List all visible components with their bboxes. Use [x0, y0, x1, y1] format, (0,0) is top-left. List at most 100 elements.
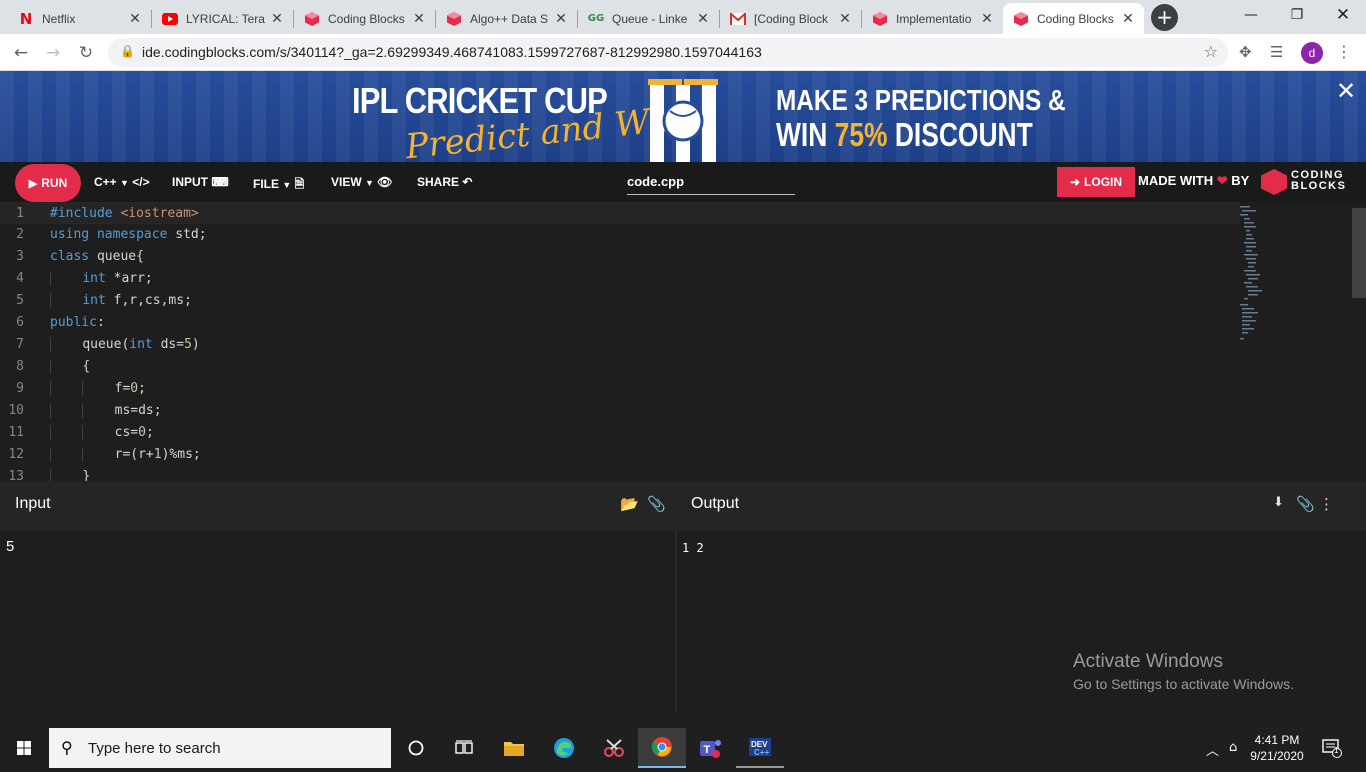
tab-coding-blocks-1[interactable]: Coding Blocks ✕ [294, 3, 435, 34]
svg-text:C++: C++ [754, 748, 769, 757]
tab-coding-blocks-active[interactable]: Coding Blocks ✕ [1003, 3, 1144, 34]
close-icon[interactable]: ✕ [1120, 11, 1136, 27]
code-line[interactable]: 8 { [0, 356, 1240, 378]
network-icon[interactable]: ⌂ [1229, 740, 1237, 755]
taskbar-clock[interactable]: 4:41 PM 9/21/2020 [1248, 732, 1306, 764]
made-with-label: MADE WITH [1138, 173, 1214, 188]
tab-gmail[interactable]: [Coding Block ✕ [720, 3, 861, 34]
reload-button[interactable]: ↻ [72, 39, 100, 67]
back-button[interactable]: ← [7, 39, 35, 67]
tab-label: Queue - Linke [612, 11, 688, 26]
banner-close-icon[interactable]: ✕ [1336, 77, 1356, 105]
notification-count: 1 [1334, 746, 1339, 755]
coding-blocks-logo[interactable]: CODING BLOCKS [1261, 167, 1351, 197]
more-options-icon[interactable]: ⋮ [1319, 495, 1334, 513]
download-icon[interactable]: ⬇ [1273, 495, 1284, 510]
code-line[interactable]: 5 int f,r,cs,ms; [0, 290, 1240, 312]
maximize-button[interactable]: ❐ [1274, 0, 1320, 30]
tab-label: Algo++ Data S [470, 11, 549, 26]
profile-avatar[interactable]: d [1301, 42, 1323, 64]
url-text: ide.codingblocks.com/s/340114?_ga=2.6929… [142, 44, 762, 60]
browser-tab-strip: N Netflix ✕ LYRICAL: Tera F ✕ Coding Blo… [0, 0, 1366, 34]
file-menu[interactable]: FILE ▼ 🗎 [253, 175, 304, 196]
forward-button[interactable]: → [39, 39, 67, 67]
login-button[interactable]: ➜ LOGIN [1057, 167, 1135, 197]
code-line[interactable]: 3 class queue{ [0, 246, 1240, 268]
extensions-icon[interactable]: ✥ [1239, 43, 1252, 61]
close-icon[interactable]: ✕ [411, 11, 427, 27]
view-menu[interactable]: VIEW ▼ 👁 [331, 175, 393, 189]
chrome-icon[interactable] [638, 728, 686, 768]
cortana-icon[interactable] [392, 728, 440, 768]
tab-youtube[interactable]: LYRICAL: Tera F ✕ [152, 3, 293, 34]
gmail-icon [730, 11, 746, 27]
share-button[interactable]: SHARE ↶ [417, 175, 472, 189]
by-label: BY [1231, 173, 1250, 188]
run-button[interactable]: ▶ RUN [15, 164, 81, 202]
tab-implementation[interactable]: Implementatio ✕ [862, 3, 1003, 34]
code-line[interactable]: 2 using namespace std; [0, 224, 1240, 246]
new-tab-button[interactable]: + [1151, 4, 1178, 31]
close-icon[interactable]: ✕ [837, 11, 853, 27]
code-line[interactable]: 7 queue(int ds=5) [0, 334, 1240, 356]
code-editor[interactable]: 1 #include <iostream> 2 using namespace st… [0, 202, 1366, 481]
made-with-love-text: MADE WITH ❤ BY [1138, 173, 1249, 189]
close-icon[interactable]: ✕ [269, 11, 285, 27]
browser-menu-icon[interactable]: ⋮ [1336, 42, 1352, 61]
task-view-icon[interactable] [440, 728, 488, 768]
tab-queue-linked[interactable]: GG Queue - Linke ✕ [578, 3, 719, 34]
dev-cpp-icon[interactable]: DEV C++ [736, 728, 784, 768]
line-number: 11 [8, 425, 24, 440]
lock-icon[interactable]: 🔒 [120, 44, 135, 58]
media-queue-icon[interactable]: ☰ [1270, 43, 1283, 61]
output-pane-title: Output [691, 495, 740, 512]
line-number: 4 [16, 271, 24, 286]
close-icon[interactable]: ✕ [553, 11, 569, 27]
code-text: using namespace std; [50, 227, 207, 242]
tab-algo-data-structures[interactable]: Algo++ Data S ✕ [436, 3, 577, 34]
language-selector[interactable]: C++ ▼ </> [94, 175, 150, 189]
code-line[interactable]: 1 #include <iostream> [0, 202, 1240, 224]
code-line[interactable]: 10 ms=ds; [0, 400, 1240, 422]
output-value: 1 2 [682, 541, 704, 555]
tab-netflix[interactable]: N Netflix ✕ [8, 3, 151, 34]
close-icon[interactable]: ✕ [979, 11, 995, 27]
filename-input[interactable]: code.cpp [627, 174, 795, 195]
close-icon[interactable]: ✕ [695, 11, 711, 27]
window-close-button[interactable]: ✕ [1320, 0, 1366, 30]
editor-scrollbar[interactable] [1352, 208, 1366, 298]
youtube-icon [162, 11, 178, 27]
input-value[interactable]: 5 [6, 538, 14, 555]
code-line[interactable]: 9 f=0; [0, 378, 1240, 400]
file-explorer-icon[interactable] [490, 728, 538, 768]
code-line[interactable]: 4 int *arr; [0, 268, 1240, 290]
start-button[interactable] [0, 728, 48, 768]
code-line[interactable]: 12 r=(r+1)%ms; [0, 444, 1240, 466]
promo-banner[interactable]: IPL CRICKET CUP Predict and Win MAKE 3 P… [0, 71, 1366, 162]
close-icon[interactable]: ✕ [127, 11, 143, 27]
minimize-button[interactable]: — [1228, 0, 1274, 30]
snipping-tool-icon[interactable] [590, 728, 638, 768]
code-text: #include <iostream> [50, 206, 199, 221]
teams-icon[interactable]: T [686, 728, 734, 768]
paperclip-icon[interactable]: 📎 [1296, 495, 1315, 513]
bookmark-star-icon[interactable]: ☆ [1204, 42, 1218, 61]
code-line[interactable]: 13 } [0, 466, 1240, 481]
code-minimap[interactable] [1238, 206, 1278, 346]
code-text: public: [50, 315, 105, 330]
notifications-icon[interactable]: 1 [1322, 738, 1342, 762]
coding-blocks-icon [872, 11, 888, 27]
edge-browser-icon[interactable] [540, 728, 588, 768]
banner-promo-line2: WIN 75% DISCOUNT [776, 116, 1033, 154]
url-field[interactable]: 🔒 ide.codingblocks.com/s/340114?_ga=2.69… [108, 38, 1228, 67]
code-line[interactable]: 6 public: [0, 312, 1240, 334]
input-pane[interactable] [0, 531, 675, 712]
line-number: 10 [8, 403, 24, 418]
taskbar-search[interactable]: ⚲ Type here to search [49, 728, 391, 768]
input-toggle[interactable]: INPUT ⌨ [172, 175, 229, 189]
show-hidden-icons-icon[interactable]: ︿ [1206, 740, 1219, 759]
folder-open-icon[interactable]: 📂 [620, 495, 639, 513]
paperclip-icon[interactable]: 📎 [647, 495, 666, 513]
code-line[interactable]: 11 cs=0; [0, 422, 1240, 444]
coding-blocks-icon [1013, 11, 1029, 27]
